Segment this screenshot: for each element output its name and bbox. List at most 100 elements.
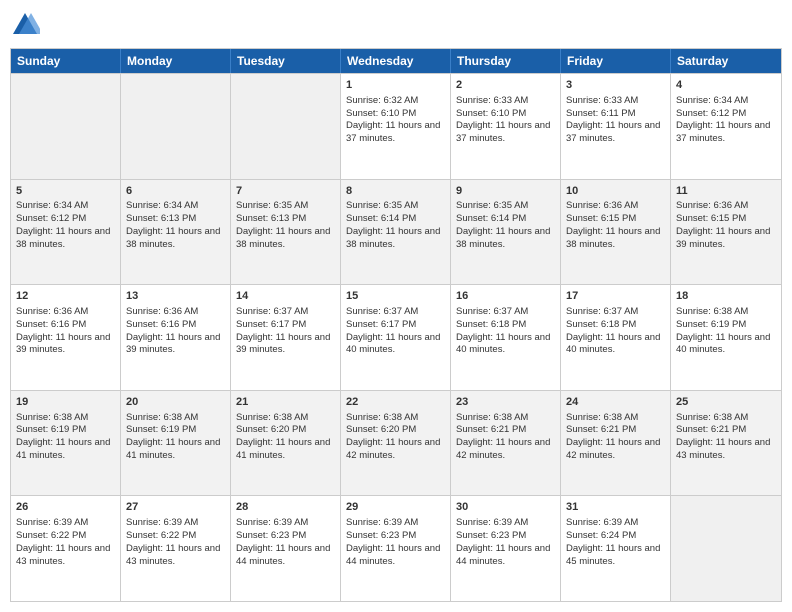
day-number: 12 <box>16 289 115 304</box>
day-info: Sunrise: 6:37 AM Sunset: 6:18 PM Dayligh… <box>566 306 660 355</box>
day-number: 23 <box>456 395 555 410</box>
day-number: 29 <box>346 500 445 515</box>
day-number: 27 <box>126 500 225 515</box>
cal-cell: 21 Sunrise: 6:38 AM Sunset: 6:20 PM Dayli… <box>231 391 341 496</box>
cal-cell <box>671 496 781 601</box>
day-info: Sunrise: 6:39 AM Sunset: 6:23 PM Dayligh… <box>346 517 440 566</box>
day-info: Sunrise: 6:36 AM Sunset: 6:16 PM Dayligh… <box>126 306 220 355</box>
cal-cell: 25 Sunrise: 6:38 AM Sunset: 6:21 PM Dayli… <box>671 391 781 496</box>
cal-row: 1Sunrise: 6:32 AM Sunset: 6:10 PM Daylig… <box>11 73 781 179</box>
cal-cell: 16 Sunrise: 6:37 AM Sunset: 6:18 PM Dayli… <box>451 285 561 390</box>
day-number: 22 <box>346 395 445 410</box>
day-info: Sunrise: 6:35 AM Sunset: 6:13 PM Dayligh… <box>236 200 330 249</box>
day-number: 4 <box>676 78 776 93</box>
day-info: Sunrise: 6:39 AM Sunset: 6:23 PM Dayligh… <box>456 517 550 566</box>
cal-cell: 12 Sunrise: 6:36 AM Sunset: 6:16 PM Dayli… <box>11 285 121 390</box>
day-number: 5 <box>16 184 115 199</box>
cal-cell: 11Sunrise: 6:36 AM Sunset: 6:15 PM Dayli… <box>671 180 781 285</box>
day-info: Sunrise: 6:38 AM Sunset: 6:21 PM Dayligh… <box>566 412 660 461</box>
cal-cell: 30 Sunrise: 6:39 AM Sunset: 6:23 PM Dayli… <box>451 496 561 601</box>
day-info: Sunrise: 6:35 AM Sunset: 6:14 PM Dayligh… <box>456 200 550 249</box>
day-number: 30 <box>456 500 555 515</box>
cal-cell: 24Sunrise: 6:38 AM Sunset: 6:21 PM Dayli… <box>561 391 671 496</box>
cal-row: 5Sunrise: 6:34 AM Sunset: 6:12 PM Daylig… <box>11 179 781 285</box>
cal-cell: 2 Sunrise: 6:33 AM Sunset: 6:10 PM Daylig… <box>451 74 561 179</box>
cal-cell <box>121 74 231 179</box>
cal-cell: 7Sunrise: 6:35 AM Sunset: 6:13 PM Daylig… <box>231 180 341 285</box>
cal-row: 12 Sunrise: 6:36 AM Sunset: 6:16 PM Dayli… <box>11 284 781 390</box>
day-info: Sunrise: 6:37 AM Sunset: 6:18 PM Dayligh… <box>456 306 550 355</box>
day-number: 3 <box>566 78 665 93</box>
cal-header-cell: Monday <box>121 49 231 73</box>
cal-cell: 13 Sunrise: 6:36 AM Sunset: 6:16 PM Dayli… <box>121 285 231 390</box>
cal-row: 26Sunrise: 6:39 AM Sunset: 6:22 PM Dayli… <box>11 495 781 601</box>
cal-cell: 9Sunrise: 6:35 AM Sunset: 6:14 PM Daylig… <box>451 180 561 285</box>
day-info: Sunrise: 6:39 AM Sunset: 6:24 PM Dayligh… <box>566 517 660 566</box>
day-number: 13 <box>126 289 225 304</box>
day-info: Sunrise: 6:38 AM Sunset: 6:19 PM Dayligh… <box>676 306 770 355</box>
day-number: 9 <box>456 184 555 199</box>
day-number: 8 <box>346 184 445 199</box>
day-number: 17 <box>566 289 665 304</box>
day-info: Sunrise: 6:34 AM Sunset: 6:13 PM Dayligh… <box>126 200 220 249</box>
page: SundayMondayTuesdayWednesdayThursdayFrid… <box>0 0 792 612</box>
day-info: Sunrise: 6:38 AM Sunset: 6:19 PM Dayligh… <box>16 412 110 461</box>
day-info: Sunrise: 6:37 AM Sunset: 6:17 PM Dayligh… <box>236 306 330 355</box>
cal-cell: 8Sunrise: 6:35 AM Sunset: 6:14 PM Daylig… <box>341 180 451 285</box>
day-info: Sunrise: 6:36 AM Sunset: 6:16 PM Dayligh… <box>16 306 110 355</box>
day-info: Sunrise: 6:39 AM Sunset: 6:22 PM Dayligh… <box>126 517 220 566</box>
day-number: 10 <box>566 184 665 199</box>
day-info: Sunrise: 6:39 AM Sunset: 6:22 PM Dayligh… <box>16 517 110 566</box>
day-info: Sunrise: 6:38 AM Sunset: 6:20 PM Dayligh… <box>346 412 440 461</box>
cal-header-cell: Friday <box>561 49 671 73</box>
cal-header-cell: Tuesday <box>231 49 341 73</box>
cal-header-cell: Thursday <box>451 49 561 73</box>
header <box>10 10 782 40</box>
cal-cell: 29 Sunrise: 6:39 AM Sunset: 6:23 PM Dayli… <box>341 496 451 601</box>
day-number: 21 <box>236 395 335 410</box>
cal-cell: 23 Sunrise: 6:38 AM Sunset: 6:21 PM Dayli… <box>451 391 561 496</box>
day-number: 7 <box>236 184 335 199</box>
day-info: Sunrise: 6:38 AM Sunset: 6:21 PM Dayligh… <box>456 412 550 461</box>
cal-cell: 10Sunrise: 6:36 AM Sunset: 6:15 PM Dayli… <box>561 180 671 285</box>
cal-cell: 5Sunrise: 6:34 AM Sunset: 6:12 PM Daylig… <box>11 180 121 285</box>
cal-cell: 19 Sunrise: 6:38 AM Sunset: 6:19 PM Dayli… <box>11 391 121 496</box>
day-number: 28 <box>236 500 335 515</box>
day-number: 20 <box>126 395 225 410</box>
day-info: Sunrise: 6:38 AM Sunset: 6:21 PM Dayligh… <box>676 412 770 461</box>
day-info: Sunrise: 6:38 AM Sunset: 6:19 PM Dayligh… <box>126 412 220 461</box>
logo-icon <box>10 10 40 40</box>
cal-cell: 1Sunrise: 6:32 AM Sunset: 6:10 PM Daylig… <box>341 74 451 179</box>
cal-cell: 20 Sunrise: 6:38 AM Sunset: 6:19 PM Dayli… <box>121 391 231 496</box>
cal-cell <box>231 74 341 179</box>
day-info: Sunrise: 6:39 AM Sunset: 6:23 PM Dayligh… <box>236 517 330 566</box>
day-info: Sunrise: 6:36 AM Sunset: 6:15 PM Dayligh… <box>676 200 770 249</box>
day-info: Sunrise: 6:38 AM Sunset: 6:20 PM Dayligh… <box>236 412 330 461</box>
day-number: 15 <box>346 289 445 304</box>
cal-cell: 17 Sunrise: 6:37 AM Sunset: 6:18 PM Dayli… <box>561 285 671 390</box>
cal-row: 19 Sunrise: 6:38 AM Sunset: 6:19 PM Dayli… <box>11 390 781 496</box>
day-info: Sunrise: 6:35 AM Sunset: 6:14 PM Dayligh… <box>346 200 440 249</box>
day-number: 19 <box>16 395 115 410</box>
day-number: 31 <box>566 500 665 515</box>
cal-header-cell: Saturday <box>671 49 781 73</box>
cal-cell: 18 Sunrise: 6:38 AM Sunset: 6:19 PM Dayli… <box>671 285 781 390</box>
day-info: Sunrise: 6:33 AM Sunset: 6:11 PM Dayligh… <box>566 95 660 144</box>
cal-cell <box>11 74 121 179</box>
cal-cell: 26Sunrise: 6:39 AM Sunset: 6:22 PM Dayli… <box>11 496 121 601</box>
cal-cell: 31 Sunrise: 6:39 AM Sunset: 6:24 PM Dayli… <box>561 496 671 601</box>
day-number: 16 <box>456 289 555 304</box>
cal-cell: 15 Sunrise: 6:37 AM Sunset: 6:17 PM Dayli… <box>341 285 451 390</box>
cal-cell: 6Sunrise: 6:34 AM Sunset: 6:13 PM Daylig… <box>121 180 231 285</box>
day-info: Sunrise: 6:33 AM Sunset: 6:10 PM Dayligh… <box>456 95 550 144</box>
logo <box>10 10 44 40</box>
cal-cell: 3 Sunrise: 6:33 AM Sunset: 6:11 PM Daylig… <box>561 74 671 179</box>
cal-cell: 4Sunrise: 6:34 AM Sunset: 6:12 PM Daylig… <box>671 74 781 179</box>
day-info: Sunrise: 6:37 AM Sunset: 6:17 PM Dayligh… <box>346 306 440 355</box>
day-number: 18 <box>676 289 776 304</box>
day-number: 25 <box>676 395 776 410</box>
cal-cell: 14Sunrise: 6:37 AM Sunset: 6:17 PM Dayli… <box>231 285 341 390</box>
cal-cell: 28 Sunrise: 6:39 AM Sunset: 6:23 PM Dayli… <box>231 496 341 601</box>
calendar-header: SundayMondayTuesdayWednesdayThursdayFrid… <box>11 49 781 73</box>
day-number: 2 <box>456 78 555 93</box>
